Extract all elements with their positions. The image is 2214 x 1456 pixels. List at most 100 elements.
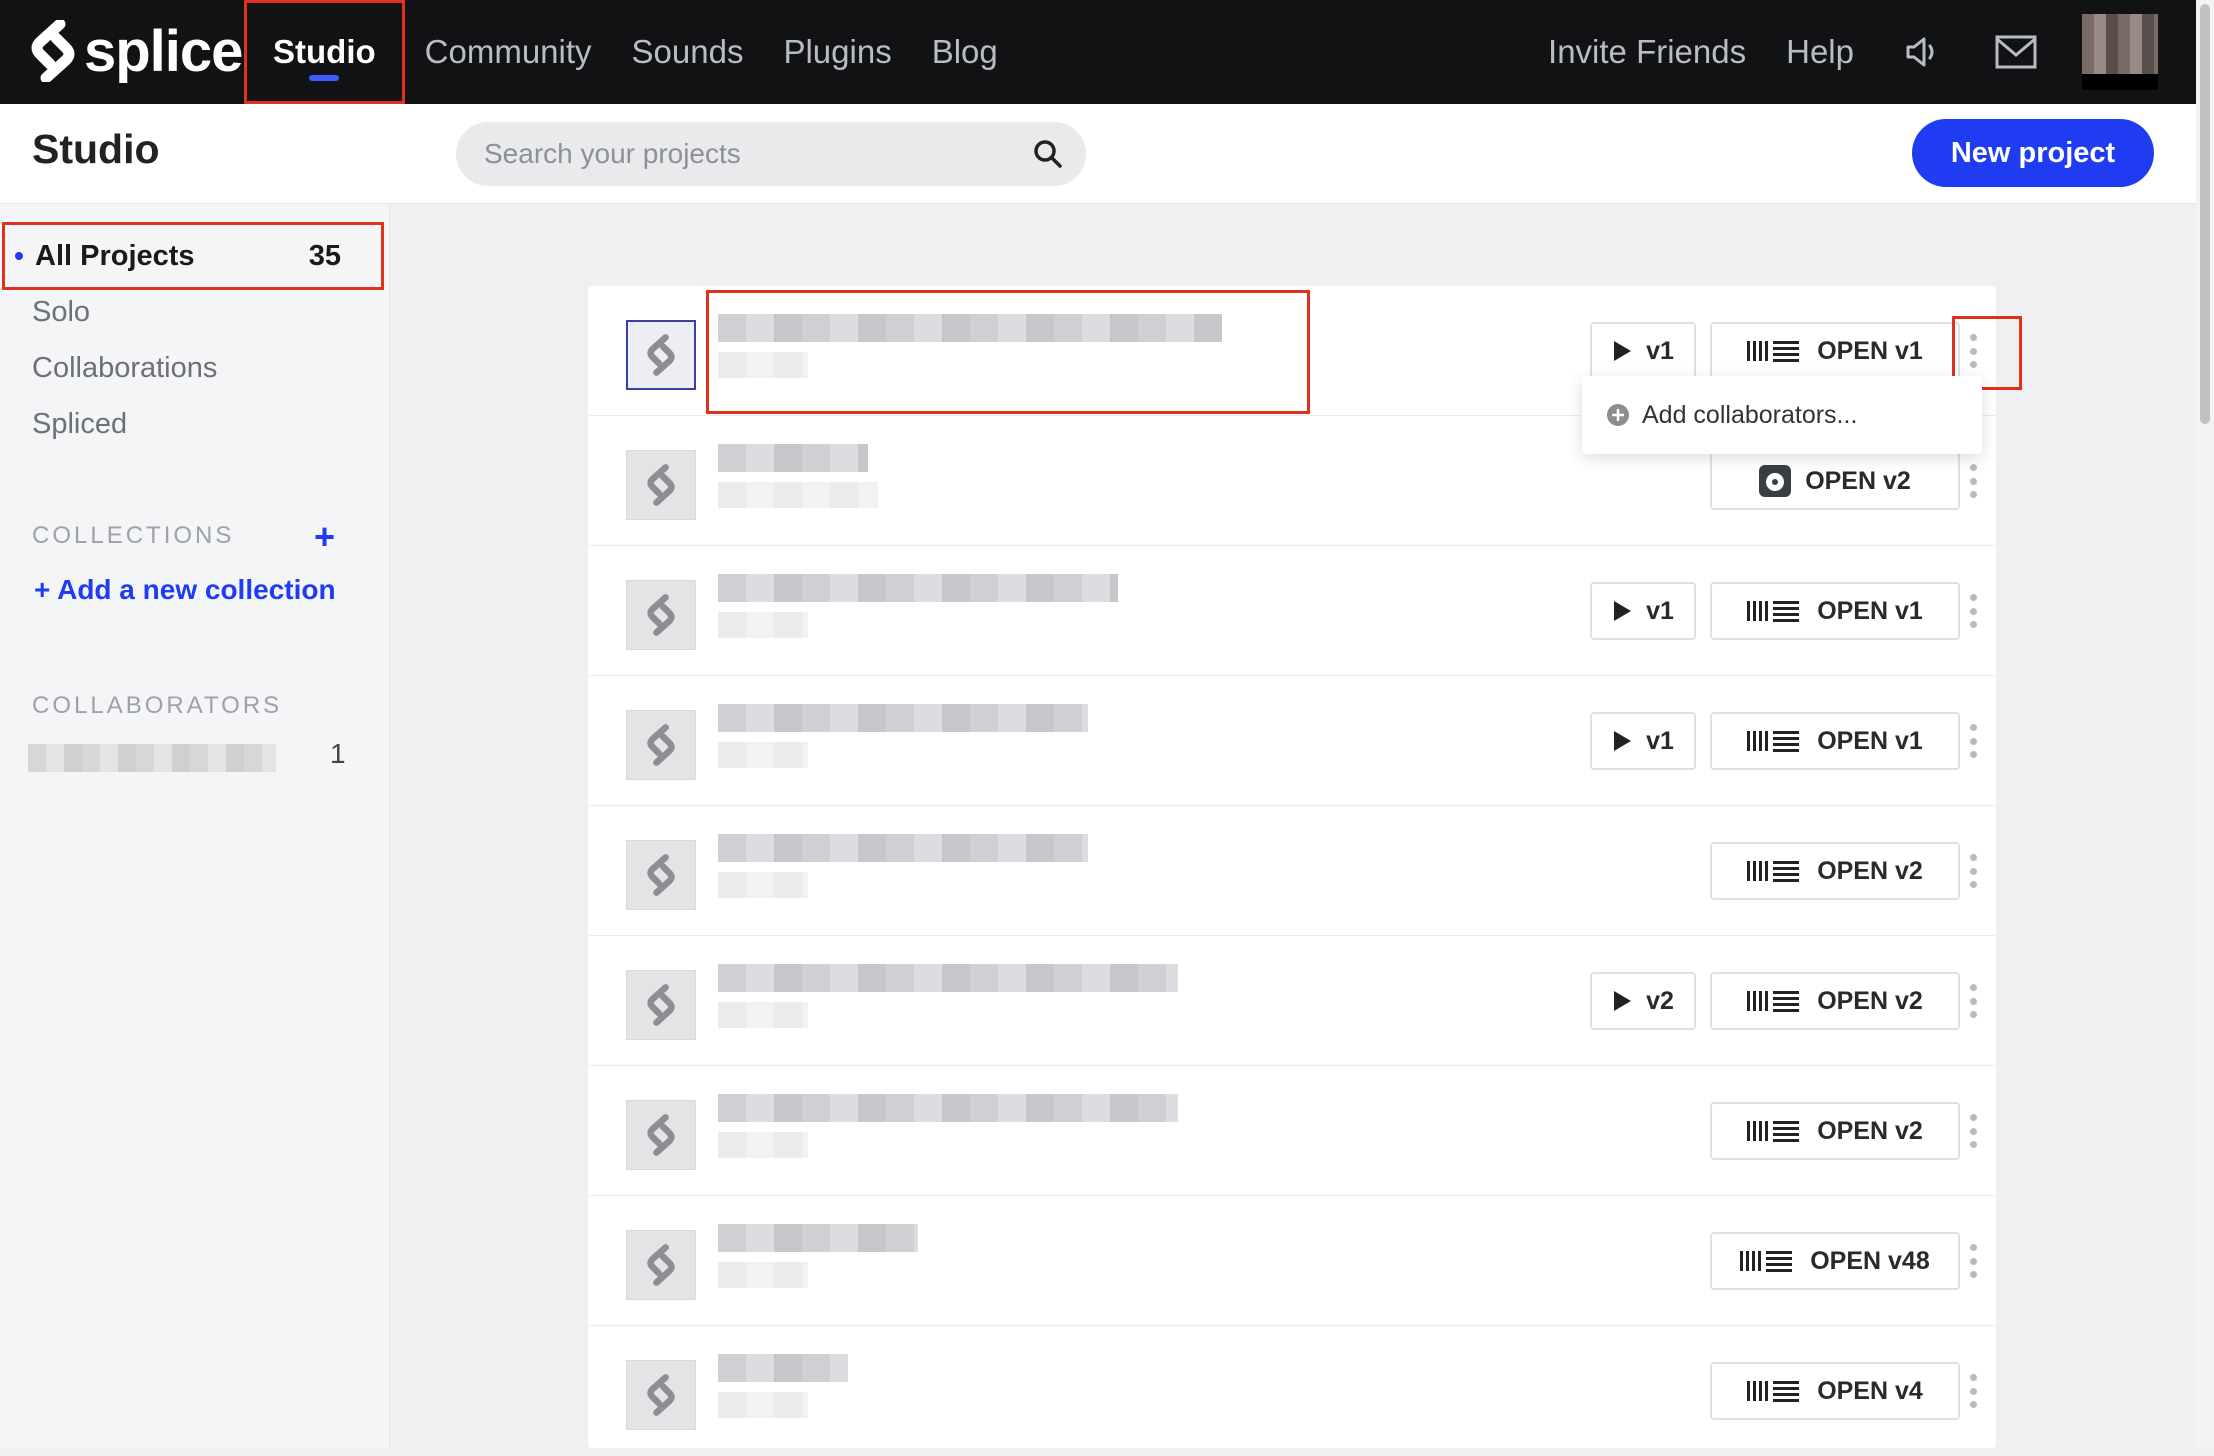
play-version-label: v1: [1646, 336, 1674, 365]
more-options-icon[interactable]: [1966, 594, 1980, 628]
more-options-icon[interactable]: [1966, 1374, 1980, 1408]
open-version-label: OPEN v2: [1817, 856, 1923, 885]
project-thumbnail-icon[interactable]: [626, 450, 696, 520]
project-subtitle-blurred: [718, 1132, 808, 1158]
nav-sounds[interactable]: Sounds: [612, 0, 764, 104]
project-title-blurred[interactable]: [718, 834, 1088, 862]
daw-bars-icon: [1747, 1379, 1817, 1403]
open-version-label: OPEN v48: [1810, 1246, 1930, 1275]
new-project-button[interactable]: New project: [1912, 119, 2154, 187]
project-thumbnail-icon[interactable]: [626, 840, 696, 910]
search-input[interactable]: [484, 138, 1024, 170]
project-options-dropdown[interactable]: Add collaborators...: [1582, 376, 1982, 454]
project-subtitle-blurred: [718, 482, 878, 508]
project-title-blurred[interactable]: [718, 444, 868, 472]
sidebar-item-collaborations[interactable]: Collaborations: [32, 352, 217, 385]
studio-header: Studio New project: [0, 104, 2196, 204]
project-row[interactable]: v1 OPEN v1: [588, 546, 1996, 676]
nav-blog[interactable]: Blog: [912, 0, 1018, 104]
page-scrollbar[interactable]: [2196, 0, 2214, 1448]
splice-logo[interactable]: splice: [30, 18, 243, 84]
project-thumbnail-icon[interactable]: [626, 1100, 696, 1170]
project-title-blurred[interactable]: [718, 1094, 1178, 1122]
sidebar-item-spliced[interactable]: Spliced: [32, 408, 127, 441]
project-thumbnail-icon[interactable]: [626, 580, 696, 650]
open-version-button[interactable]: OPEN v4: [1710, 1362, 1960, 1420]
project-thumbnail-icon[interactable]: [626, 710, 696, 780]
invite-friends-link[interactable]: Invite Friends: [1548, 33, 1746, 71]
sidebar-item-solo[interactable]: Solo: [32, 296, 90, 329]
sidebar: All Projects 35 Solo Collaborations Spli…: [0, 204, 390, 1448]
open-version-button[interactable]: OPEN v2: [1710, 452, 1960, 510]
add-circle-icon: [1607, 404, 1629, 426]
open-version-button[interactable]: OPEN v2: [1710, 972, 1960, 1030]
play-version-button[interactable]: v1: [1590, 322, 1696, 380]
project-thumbnail-icon[interactable]: [626, 320, 696, 390]
project-thumbnail-icon[interactable]: [626, 1360, 696, 1430]
open-version-button[interactable]: OPEN v48: [1710, 1232, 1960, 1290]
open-version-button[interactable]: OPEN v1: [1710, 582, 1960, 640]
project-row[interactable]: OPEN v2: [588, 1066, 1996, 1196]
open-version-label: OPEN v2: [1817, 986, 1923, 1015]
mail-icon[interactable]: [1988, 24, 2044, 80]
search-bar[interactable]: [456, 122, 1086, 186]
help-link[interactable]: Help: [1786, 33, 1854, 71]
project-thumbnail-icon[interactable]: [626, 1230, 696, 1300]
play-version-button[interactable]: v1: [1590, 582, 1696, 640]
daw-bars-icon: [1747, 729, 1817, 753]
play-version-button[interactable]: v2: [1590, 972, 1696, 1030]
open-version-button[interactable]: OPEN v1: [1710, 322, 1960, 380]
more-options-icon[interactable]: [1966, 724, 1980, 758]
project-thumbnail-icon[interactable]: [626, 970, 696, 1040]
project-row[interactable]: OPEN v48: [588, 1196, 1996, 1326]
project-row[interactable]: OPEN v4: [588, 1326, 1996, 1456]
more-options-icon[interactable]: [1966, 984, 1980, 1018]
open-version-label: OPEN v2: [1817, 1116, 1923, 1145]
more-options-icon[interactable]: [1966, 1114, 1980, 1148]
page-title: Studio: [32, 126, 160, 172]
speaker-icon[interactable]: [1894, 24, 1950, 80]
top-navigation-bar: splice Studio Community Sounds Plugins B…: [0, 0, 2196, 104]
add-collaborators-option[interactable]: Add collaborators...: [1642, 401, 1857, 430]
more-options-icon[interactable]: [1966, 1244, 1980, 1278]
project-subtitle-blurred: [718, 872, 808, 898]
scrollbar-thumb[interactable]: [2200, 4, 2210, 424]
project-title-blurred[interactable]: [718, 964, 1178, 992]
sidebar-item-all-projects[interactable]: All Projects 35: [2, 222, 384, 290]
play-version-label: v2: [1646, 986, 1674, 1015]
project-subtitle-blurred: [718, 1392, 808, 1418]
project-subtitle-blurred: [718, 1262, 808, 1288]
search-icon[interactable]: [1032, 138, 1064, 170]
nav-studio[interactable]: Studio: [244, 0, 405, 104]
project-title-highlight: [706, 290, 1310, 414]
user-avatar[interactable]: [2082, 14, 2158, 90]
project-row[interactable]: v2 OPEN v2: [588, 936, 1996, 1066]
open-version-button[interactable]: OPEN v2: [1710, 842, 1960, 900]
project-title-blurred[interactable]: [718, 574, 1118, 602]
open-version-button[interactable]: OPEN v2: [1710, 1102, 1960, 1160]
add-collection-plus-icon[interactable]: +: [314, 516, 335, 558]
open-version-button[interactable]: OPEN v1: [1710, 712, 1960, 770]
more-options-icon[interactable]: [1966, 854, 1980, 888]
splice-logo-icon: [31, 20, 75, 82]
play-version-button[interactable]: v1: [1590, 712, 1696, 770]
project-row[interactable]: OPEN v2: [588, 806, 1996, 936]
more-options-icon[interactable]: [1966, 464, 1980, 498]
daw-bars-icon: [1747, 599, 1817, 623]
project-subtitle-blurred: [718, 612, 808, 638]
add-collection-link[interactable]: + Add a new collection: [34, 574, 336, 606]
project-title-blurred[interactable]: [718, 704, 1088, 732]
nav-plugins[interactable]: Plugins: [763, 0, 911, 104]
nav-community[interactable]: Community: [405, 0, 612, 104]
project-title-blurred[interactable]: [718, 1224, 918, 1252]
play-version-label: v1: [1646, 596, 1674, 625]
project-title-blurred[interactable]: [718, 1354, 848, 1382]
collaborators-heading: COLLABORATORS: [32, 692, 283, 719]
project-row[interactable]: v1 OPEN v1: [588, 676, 1996, 806]
daw-bars-icon: [1747, 859, 1817, 883]
daw-disc-icon: [1759, 465, 1805, 497]
open-version-label: OPEN v4: [1817, 1376, 1923, 1405]
open-version-label: OPEN v2: [1805, 466, 1911, 495]
collaborator-name-blurred[interactable]: [28, 744, 276, 772]
nav-right: Invite Friends Help: [1548, 0, 2196, 104]
